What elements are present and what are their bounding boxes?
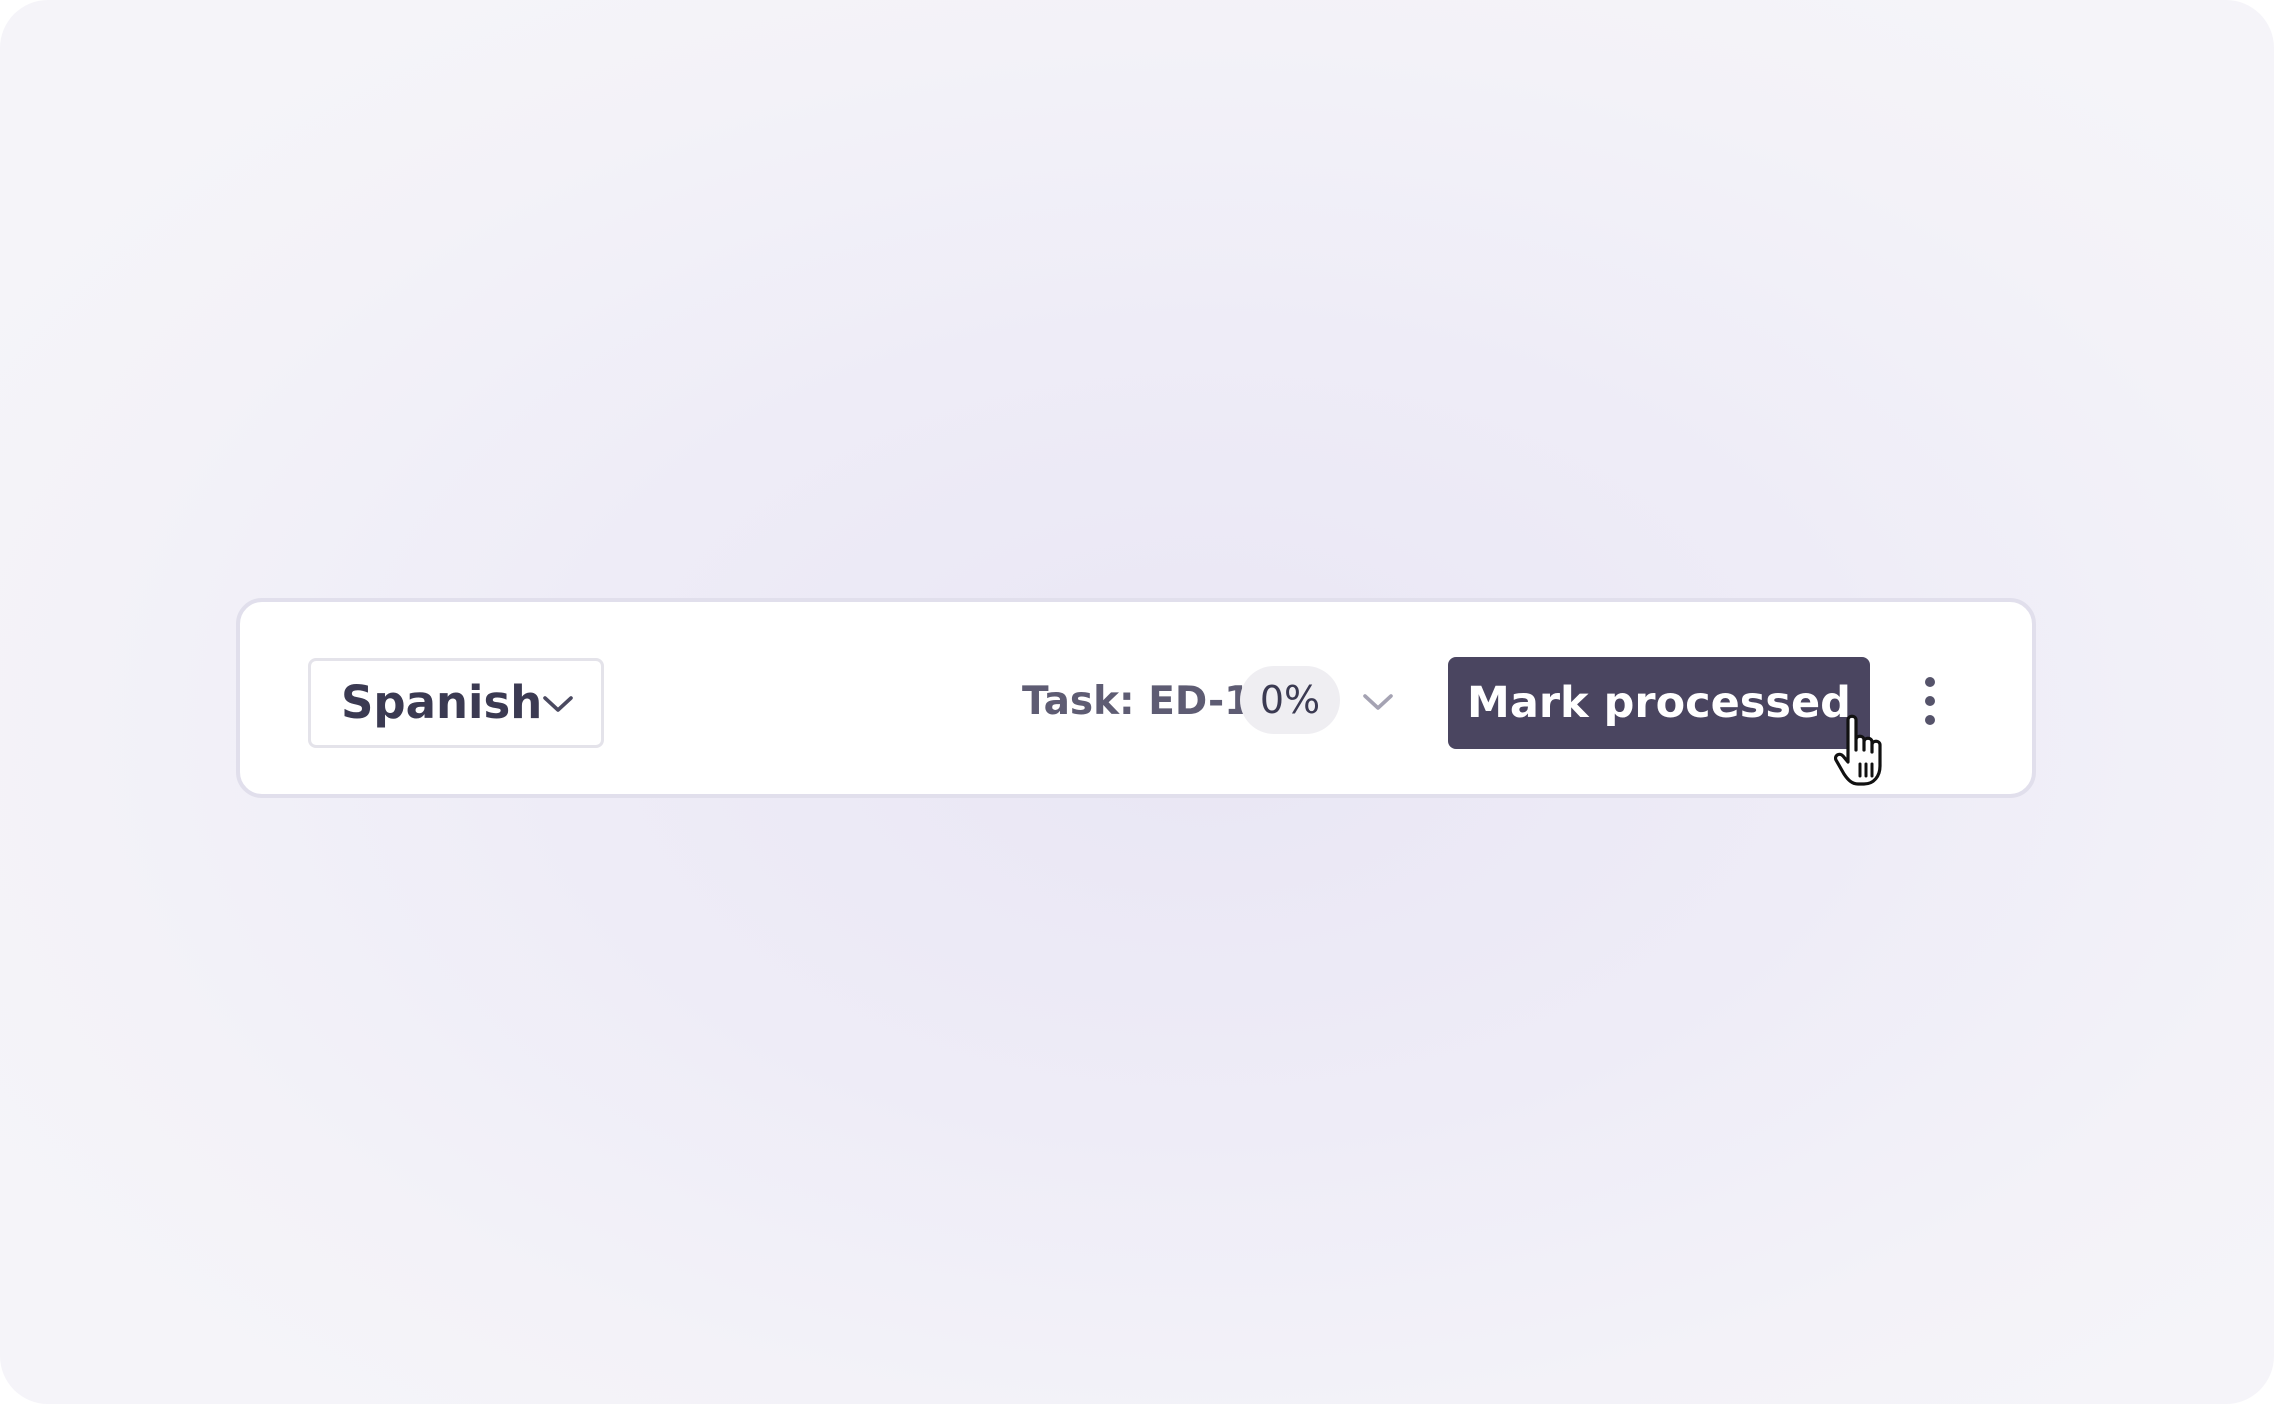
- progress-badge: 0%: [1240, 666, 1340, 734]
- chevron-down-icon: [1363, 694, 1393, 710]
- task-label: Task: ED-1: [1022, 679, 1252, 724]
- app-canvas: Spanish Task: ED-1 0% Mark processed: [0, 0, 2274, 1404]
- mark-processed-button[interactable]: Mark processed: [1448, 657, 1870, 749]
- more-vertical-icon: [1925, 677, 1935, 725]
- more-options-button[interactable]: [1916, 674, 1944, 730]
- task-dropdown-toggle[interactable]: [1352, 686, 1404, 722]
- language-select-value: Spanish: [341, 676, 543, 729]
- chevron-down-icon: [543, 696, 573, 712]
- task-toolbar: Spanish Task: ED-1 0% Mark processed: [236, 598, 2036, 798]
- language-select[interactable]: Spanish: [308, 658, 604, 748]
